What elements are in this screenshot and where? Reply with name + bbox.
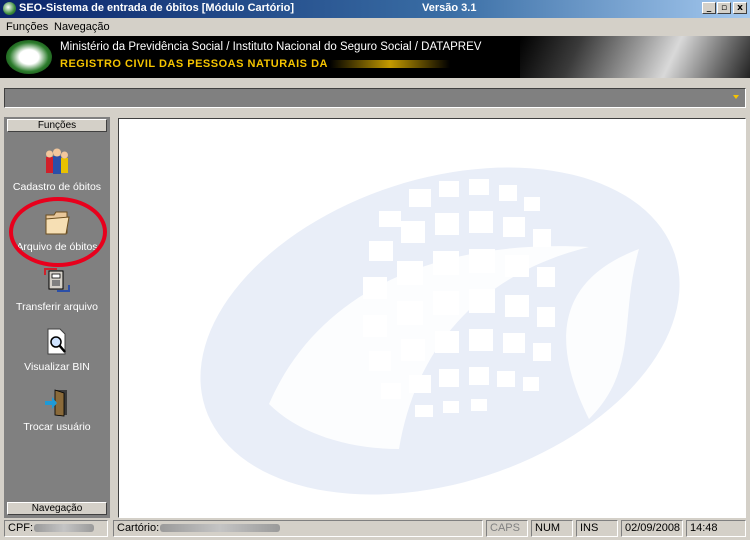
sidebar-item-label: Cadastro de óbitos (12, 181, 102, 193)
sidebar-item-visualizar[interactable]: Visualizar BIN (4, 325, 110, 381)
highlight-circle (9, 197, 107, 267)
magnifier-document-icon (47, 328, 66, 355)
status-cartorio-label: Cartório: (117, 522, 160, 534)
exit-door-icon (45, 389, 67, 417)
minimize-button[interactable]: _ (702, 2, 716, 14)
sidebar-item-label: Visualizar BIN (24, 361, 90, 373)
window-version: Versão 3.1 (422, 2, 477, 14)
dataprev-logo (6, 40, 52, 74)
menu-bar: Funções Navegação (0, 18, 750, 36)
window-title: SEO-Sistema de entrada de óbitos [Módulo… (19, 2, 295, 14)
menu-funcoes[interactable]: Funções (6, 21, 48, 33)
status-cpf-pane: CPF: (4, 520, 108, 537)
status-num: NUM (531, 520, 573, 537)
dropdown-arrow-icon[interactable] (733, 95, 739, 99)
app-icon[interactable] (3, 2, 16, 15)
sidebar-item-trocar[interactable]: Trocar usuário (4, 385, 110, 441)
navigation-toolbar (4, 88, 746, 108)
status-time: 14:48 (686, 520, 746, 537)
sidebar-header-funcoes[interactable]: Funções (7, 119, 107, 132)
main-content-area (118, 118, 746, 518)
close-button[interactable]: x (733, 2, 747, 14)
redacted-cartorio (160, 524, 281, 533)
transfer-icon (44, 268, 70, 292)
sidebar-item-transferir[interactable]: Transferir arquivo (4, 265, 110, 321)
banner-ministry-text: Ministério da Previdência Social / Insti… (60, 41, 482, 53)
restore-button[interactable]: ▫ (717, 2, 731, 14)
sidebar-item-cadastro[interactable]: Cadastro de óbitos (4, 145, 110, 201)
banner-decoration (330, 60, 450, 68)
banner-registry-text: REGISTRO CIVIL DAS PESSOAS NATURAIS DA (60, 58, 328, 70)
status-cartorio-pane: Cartório: (113, 520, 483, 537)
status-cpf-label: CPF: (8, 522, 34, 534)
people-icon (46, 148, 68, 174)
menu-navegacao[interactable]: Navegação (54, 21, 110, 33)
banner-keyboard-image (520, 36, 750, 78)
sidebar-footer-navegacao[interactable]: Navegação (7, 502, 107, 515)
sidebar-item-label: Transferir arquivo (16, 301, 98, 313)
title-bar: SEO-Sistema de entrada de óbitos [Módulo… (0, 0, 750, 18)
redacted-cpf (34, 524, 95, 533)
status-ins: INS (576, 520, 618, 537)
status-bar: CPF: Cartório: CAPS NUM INS 02/09/2008 1… (0, 518, 750, 540)
sidebar-item-label: Trocar usuário (23, 421, 91, 433)
functions-sidebar: Funções Cadastro de óbitos Arquivo de ób… (4, 117, 110, 518)
dataprev-watermark (200, 167, 680, 495)
status-date: 02/09/2008 (621, 520, 683, 537)
header-banner: Ministério da Previdência Social / Insti… (0, 36, 750, 78)
status-caps: CAPS (486, 520, 528, 537)
